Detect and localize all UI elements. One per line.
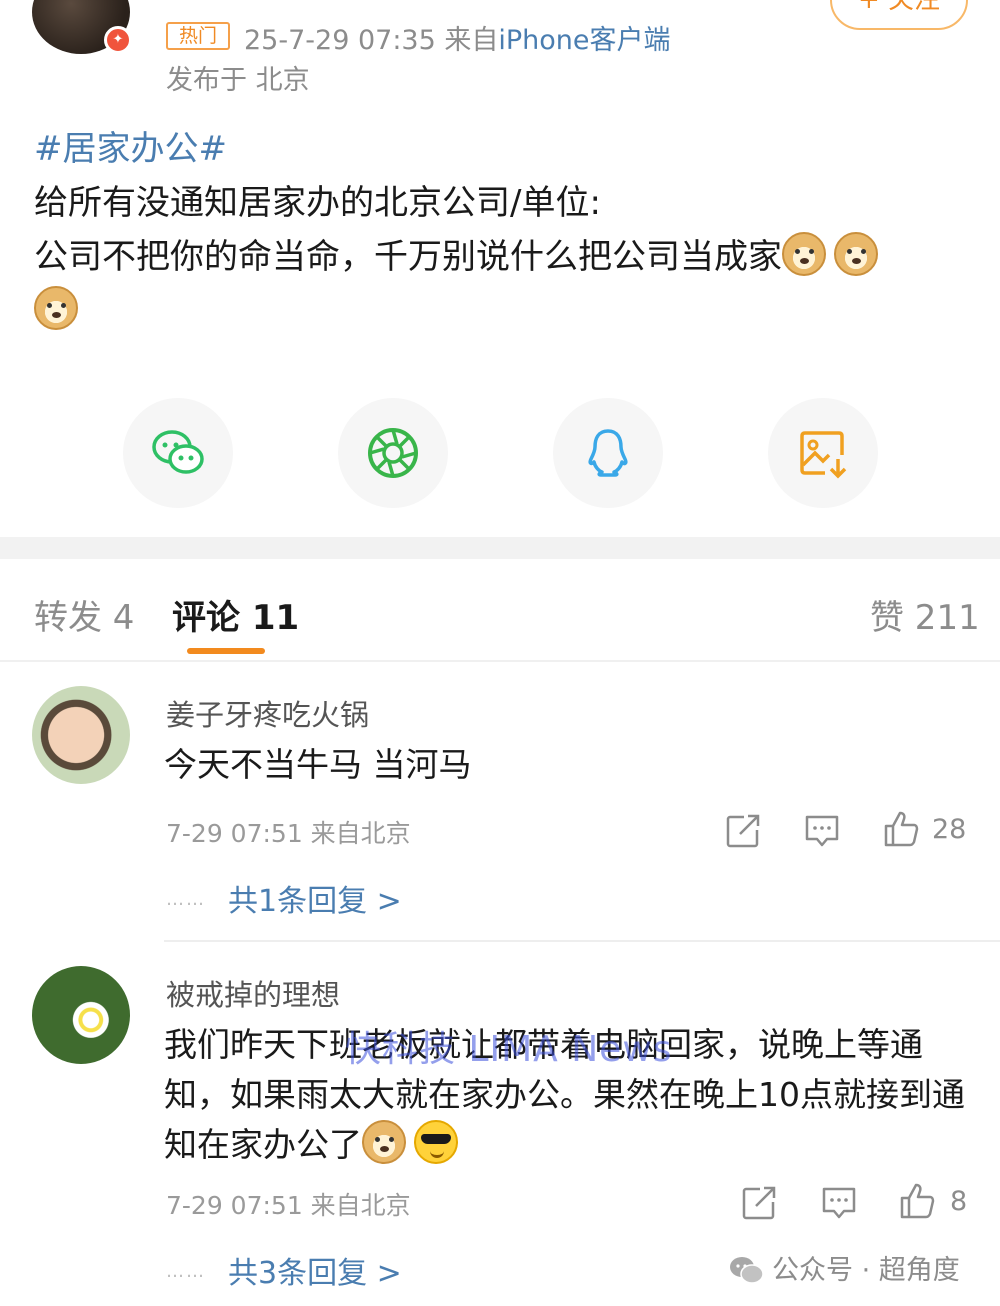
commenter-name[interactable]: 被戒掉的理想 <box>166 972 340 1014</box>
comment-timestamp: 7-29 07:51 来自北京 <box>166 819 411 848</box>
section-divider <box>0 537 1000 559</box>
post-body: #居家办公# 给所有没通知居家办的北京公司/单位: 公司不把你的命当命，千万别说… <box>34 122 974 338</box>
image-watermark: 快科技 LIMA News <box>345 1029 673 1070</box>
like-thumb-icon[interactable] <box>882 810 920 848</box>
view-replies-link[interactable]: …… 共1条回复 > <box>166 876 402 920</box>
tab-repost[interactable]: 转发 4 <box>34 590 134 639</box>
share-qq-button[interactable] <box>553 398 663 508</box>
post-location: 发布于 北京 <box>166 65 310 96</box>
doge-emoji-icon <box>34 286 78 330</box>
post-header: ✦ 热门 25-7-29 07:35 来自iPhone客户端 发布于 北京 + … <box>0 0 1000 100</box>
comment-like-count: 8 <box>950 1186 968 1217</box>
moments-icon <box>368 428 418 478</box>
share-wechat-button[interactable] <box>123 398 233 508</box>
repost-icon[interactable] <box>740 1184 778 1222</box>
post-text-line-1: 给所有没通知居家办的北京公司/单位: <box>34 183 601 223</box>
replies-dots: …… <box>166 1261 206 1282</box>
post-timestamp: 25-7-29 07:35 来自 <box>244 25 499 56</box>
comment-icon[interactable] <box>803 812 841 850</box>
tab-comments[interactable]: 评论 11 <box>172 590 299 639</box>
comment-text: 今天不当牛马 当河马 <box>164 745 472 784</box>
post-text-line-2-text: 公司不把你的命当命，千万别说什么把公司当成家 <box>34 237 782 277</box>
post-client[interactable]: iPhone客户端 <box>498 25 670 56</box>
comment-icon[interactable] <box>820 1184 858 1222</box>
verified-badge-icon: ✦ <box>104 26 132 54</box>
share-row <box>0 398 1000 508</box>
follow-button[interactable]: + 关注 <box>830 0 968 30</box>
post-meta: 25-7-29 07:35 来自iPhone客户端 <box>244 18 671 57</box>
cool-sunglasses-emoji-icon <box>414 1120 458 1164</box>
doge-emoji-icon <box>782 232 826 276</box>
like-thumb-icon[interactable] <box>898 1182 936 1220</box>
wechat-icon <box>152 430 204 474</box>
share-moments-button[interactable] <box>338 398 448 508</box>
view-replies-label: 共3条回复 > <box>228 1256 402 1291</box>
commenter-name[interactable]: 姜子牙疼吃火锅 <box>166 692 369 734</box>
doge-emoji-icon <box>834 232 878 276</box>
account-watermark-text: 公众号 · 超角度 <box>772 1255 960 1286</box>
view-replies-label: 共1条回复 > <box>228 884 402 919</box>
post-text-line-3 <box>34 284 974 338</box>
post-hashtag[interactable]: #居家办公# <box>34 122 974 176</box>
save-image-icon <box>800 431 847 479</box>
save-image-button[interactable] <box>768 398 878 508</box>
active-tab-indicator <box>187 648 265 654</box>
replies-dots: …… <box>166 889 206 910</box>
doge-emoji-icon <box>362 1120 406 1164</box>
comment-like-count: 28 <box>932 814 967 845</box>
comment-timestamp: 7-29 07:51 来自北京 <box>166 1191 411 1220</box>
tab-likes[interactable]: 赞 211 <box>870 590 980 639</box>
account-watermark: 公众号 · 超角度 <box>728 1248 960 1287</box>
qq-icon <box>588 429 628 477</box>
interaction-tabs: 转发 4 评论 11 赞 211 <box>0 560 1000 662</box>
comment-item: 姜子牙疼吃火锅 今天不当牛马 当河马 7-29 07:51 来自北京 28 ……… <box>0 662 1000 942</box>
view-replies-link[interactable]: …… 共3条回复 > <box>166 1248 402 1292</box>
commenter-avatar[interactable] <box>32 686 130 784</box>
hot-badge: 热门 <box>166 22 230 50</box>
repost-icon[interactable] <box>724 812 762 850</box>
post-text-line-2: 公司不把你的命当命，千万别说什么把公司当成家 <box>34 230 974 284</box>
wechat-official-account-icon <box>730 1257 764 1284</box>
commenter-avatar[interactable] <box>32 966 130 1064</box>
